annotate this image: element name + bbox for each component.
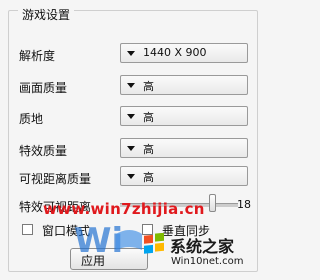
resolution-dropdown[interactable]: 1440 X 900: [120, 43, 248, 63]
dropdown-arrow-icon: [127, 146, 135, 151]
dropdown-value: 1440 X 900: [143, 46, 207, 59]
setting-label: 画面质量: [19, 81, 68, 95]
dropdown-value: 高: [143, 171, 154, 184]
slider-value: 18: [237, 198, 251, 211]
dropdown-value: 高: [143, 143, 154, 156]
effect-quality-dropdown[interactable]: 高: [120, 138, 248, 158]
picture-quality-dropdown[interactable]: 高: [120, 75, 248, 95]
dropdown-arrow-icon: [127, 174, 135, 179]
setting-row-texture: 质地 高: [19, 106, 249, 128]
watermark-site: Win10net.com: [171, 256, 244, 267]
watermark-cn-text: 系统之家: [170, 237, 235, 256]
dropdown-arrow-icon: [127, 83, 135, 88]
setting-row-resolution: 解析度 1440 X 900: [19, 43, 249, 65]
setting-row-picture-quality: 画面质量 高: [19, 75, 249, 97]
win7-blue-logo-watermark: Wi: [74, 221, 142, 260]
setting-label: 可视距离质量: [19, 172, 92, 186]
setting-row-effect-quality: 特效质量 高: [19, 138, 249, 160]
dropdown-value: 高: [143, 80, 154, 93]
windowed-mode-checkbox[interactable]: [22, 224, 33, 235]
setting-label: 解析度: [19, 49, 56, 63]
svg-text:Wi: Wi: [74, 221, 123, 260]
dropdown-value: 高: [143, 111, 154, 124]
setting-label: 特效质量: [19, 144, 68, 158]
watermark-url: www.win7zhijia.cn: [43, 200, 205, 218]
texture-dropdown[interactable]: 高: [120, 106, 248, 126]
view-distance-slider-thumb[interactable]: [209, 194, 216, 212]
view-distance-quality-dropdown[interactable]: 高: [120, 166, 248, 186]
windows-logo-icon: [144, 233, 164, 254]
setting-label: 质地: [19, 112, 44, 126]
dropdown-arrow-icon: [127, 114, 135, 119]
dropdown-arrow-icon: [127, 51, 135, 56]
group-title: 游戏设置: [18, 6, 75, 23]
setting-row-view-distance-quality: 可视距离质量 高: [19, 166, 249, 188]
